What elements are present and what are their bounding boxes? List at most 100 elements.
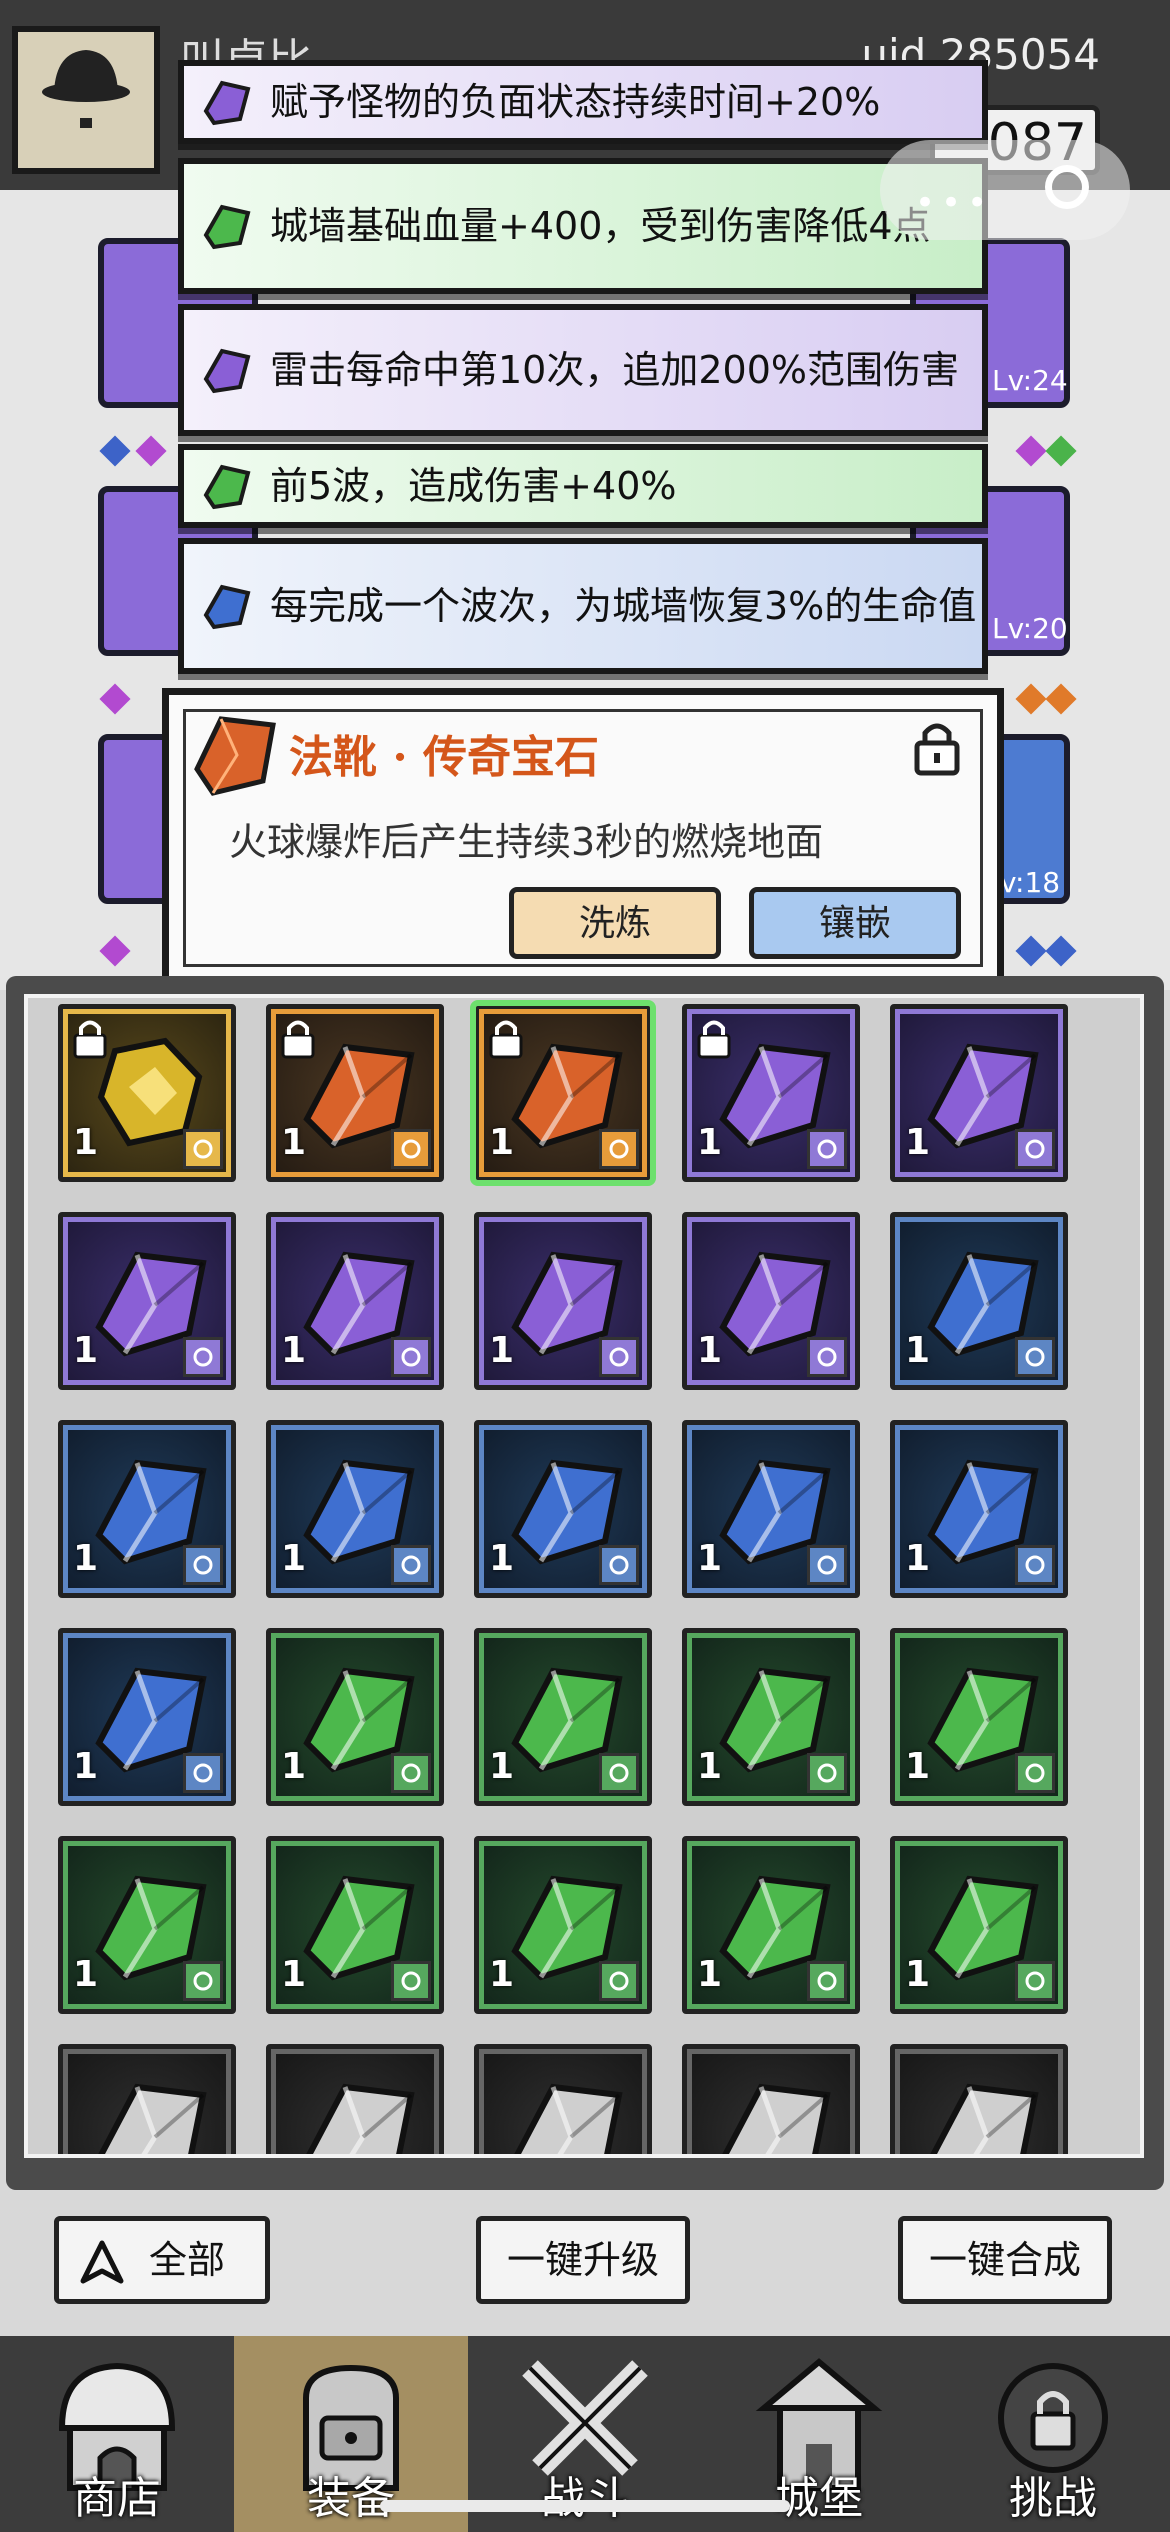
gem-count: 1: [905, 1122, 931, 1163]
armor-icon: [183, 1337, 223, 1377]
gem-slot[interactable]: 1: [474, 1212, 652, 1390]
gem-slot[interactable]: [58, 2044, 236, 2154]
armor-icon: [1015, 1129, 1055, 1169]
gem-title: 法靴 · 传奇宝石: [289, 732, 599, 783]
affix-row: 每完成一个波次，为城墙恢复3%的生命值: [178, 538, 988, 674]
nav-label: 城堡: [775, 2473, 863, 2524]
gem-count: 1: [73, 1954, 99, 1995]
boots-icon: [183, 1961, 223, 2001]
equip-level-2: Lv:20: [992, 612, 1068, 645]
gem-count: 1: [905, 1746, 931, 1787]
gem-count: 1: [73, 1330, 99, 1371]
gem-count: 1: [73, 1746, 99, 1787]
nav-label: 装备: [307, 2473, 395, 2524]
gem-slot[interactable]: 1: [890, 1420, 1068, 1598]
gem-count: 1: [489, 1954, 515, 1995]
armor-icon: [807, 1753, 847, 1793]
gem-slot[interactable]: 1: [266, 1836, 444, 2014]
lock-icon: [281, 1020, 315, 1059]
gem-slot[interactable]: 1: [682, 1420, 860, 1598]
necklace-icon: [807, 1337, 847, 1377]
gem-slot[interactable]: 1: [266, 1420, 444, 1598]
affix-text: 前5波，造成伤害+40%: [270, 464, 677, 508]
equip-level-1: Lv:24: [992, 364, 1068, 397]
close-circle-icon[interactable]: [1045, 165, 1089, 209]
gem-slot[interactable]: 1: [682, 1836, 860, 2014]
ring-icon: [183, 1129, 223, 1169]
gem-count: 1: [73, 1538, 99, 1579]
affix-text: 雷击每命中第10次，追加200%范围伤害: [270, 348, 959, 392]
ring-icon: [391, 1753, 431, 1793]
gem-slot[interactable]: [890, 2044, 1068, 2154]
gem-slot[interactable]: 1: [58, 1628, 236, 1806]
gem-slot[interactable]: 1: [474, 1836, 652, 2014]
affix-text: 城墙基础血量+400，受到伤害降低4点: [270, 204, 931, 248]
gem-count: 1: [905, 1330, 931, 1371]
affix-text: 每完成一个波次，为城墙恢复3%的生命值: [270, 584, 977, 628]
bowler-hat-icon: [42, 50, 130, 128]
gem-slot[interactable]: [266, 2044, 444, 2154]
gem-slot[interactable]: 1: [266, 1212, 444, 1390]
refine-button[interactable]: 洗炼: [509, 887, 721, 959]
gem-count: 1: [489, 1538, 515, 1579]
ring-icon: [391, 1129, 431, 1169]
gem-slot[interactable]: 1: [58, 1836, 236, 2014]
lock-icon: [73, 1020, 107, 1059]
gem-slot[interactable]: 1: [470, 1000, 656, 1186]
gray-gem-icon: [722, 2083, 831, 2154]
gem-slot[interactable]: [682, 2044, 860, 2154]
gem-slot[interactable]: 1: [474, 1628, 652, 1806]
more-icon[interactable]: •••: [915, 183, 993, 223]
gem-count: 1: [697, 1746, 723, 1787]
purple-gem-icon: [203, 80, 251, 126]
gem-description: 火球爆炸后产生持续3秒的燃烧地面: [229, 820, 824, 864]
inlay-button[interactable]: 镶嵌: [749, 887, 961, 959]
gem-slot[interactable]: 1: [58, 1420, 236, 1598]
filter-all-button[interactable]: 全部: [54, 2216, 270, 2304]
affix-row: 城墙基础血量+400，受到伤害降低4点: [178, 158, 988, 294]
orange-gem-icon: [194, 716, 276, 796]
staff-icon: [391, 1545, 431, 1585]
gray-gem-icon: [514, 2083, 623, 2154]
player-avatar[interactable]: [12, 26, 160, 174]
affix-row: 前5波，造成伤害+40%: [178, 444, 988, 528]
nav-challenge[interactable]: 挑战: [936, 2336, 1170, 2532]
gem-count: 1: [905, 1954, 931, 1995]
gem-slot[interactable]: 1: [682, 1212, 860, 1390]
gem-slot[interactable]: 1: [890, 1212, 1068, 1390]
gem-slot[interactable]: 1: [890, 1836, 1068, 2014]
gem-slot[interactable]: 1: [890, 1628, 1068, 1806]
gem-count: 1: [905, 1538, 931, 1579]
armor-icon: [1015, 1753, 1055, 1793]
armor-icon: [183, 1545, 223, 1585]
gem-slot[interactable]: [474, 2044, 652, 2154]
lock-icon: [489, 1020, 523, 1059]
gem-slot[interactable]: 1: [266, 1628, 444, 1806]
blue-gem-icon: [203, 584, 251, 630]
lock-icon[interactable]: [907, 717, 967, 777]
boots-icon: [599, 1129, 639, 1169]
gem-slot[interactable]: 1: [474, 1420, 652, 1598]
armor-icon: [599, 1753, 639, 1793]
hat-icon: [1015, 1961, 1055, 2001]
upgrade-all-button[interactable]: 一键升级: [476, 2216, 690, 2304]
merge-all-button[interactable]: 一键合成: [898, 2216, 1112, 2304]
gem-slot[interactable]: 1: [682, 1004, 860, 1182]
gem-slot[interactable]: 1: [58, 1212, 236, 1390]
boots-icon: [599, 1961, 639, 2001]
triangle-filter-icon: [80, 2240, 124, 2284]
nav-label: 战斗: [541, 2473, 629, 2524]
gem-detail-dialog: 法靴 · 传奇宝石 火球爆炸后产生持续3秒的燃烧地面 洗炼 镶嵌: [162, 688, 1004, 988]
purple-gem-icon: [203, 348, 251, 394]
gem-grid[interactable]: 1 1 1 1 1 1 1 1 1 1 1 1 1 1 1 1 1 1 1 1 1 1 1 1 1: [24, 994, 1144, 2158]
home-indicator: [380, 2500, 790, 2512]
gem-count: 1: [281, 1330, 307, 1371]
gem-slot[interactable]: 1: [266, 1004, 444, 1182]
gem-slot[interactable]: 1: [890, 1004, 1068, 1182]
hat-icon: [1015, 1545, 1055, 1585]
affix-row: 赋予怪物的负面状态持续时间+20%: [178, 60, 988, 144]
gray-gem-icon: [930, 2083, 1039, 2154]
gem-slot[interactable]: 1: [58, 1004, 236, 1182]
nav-shop[interactable]: 商店: [0, 2336, 234, 2532]
gem-slot[interactable]: 1: [682, 1628, 860, 1806]
